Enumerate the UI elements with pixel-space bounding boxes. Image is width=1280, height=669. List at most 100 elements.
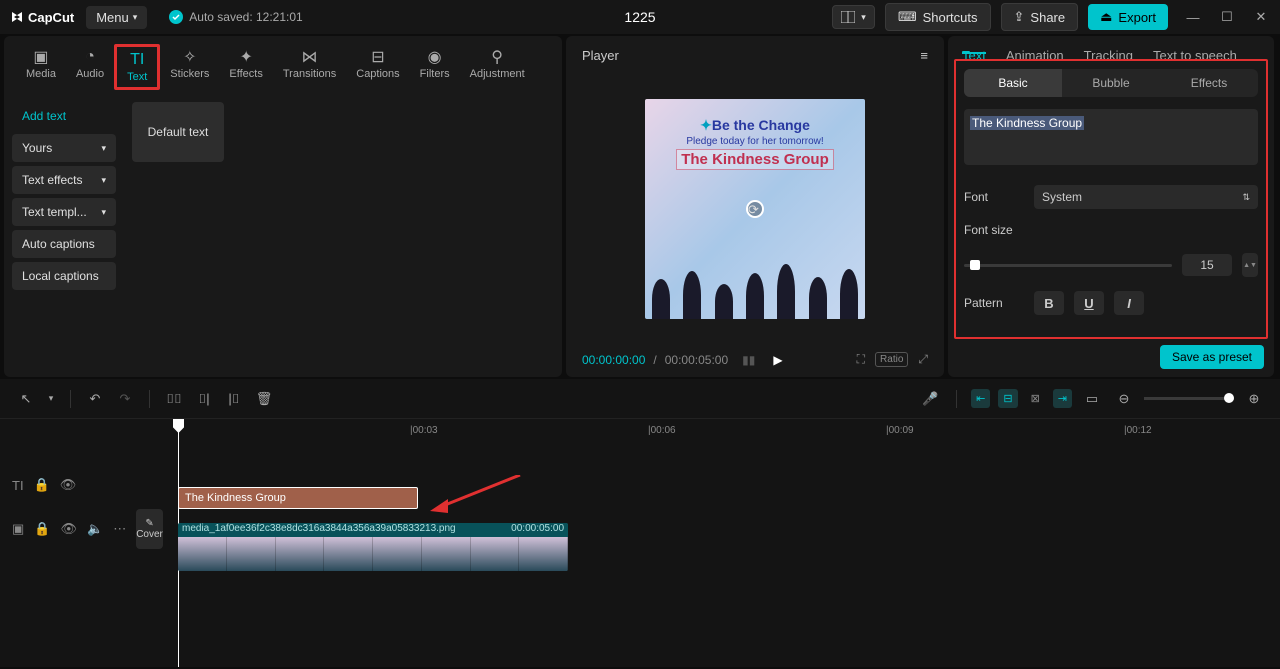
export-button[interactable]: ⏏Export <box>1088 4 1168 30</box>
text-icon: TI <box>130 51 144 69</box>
canvas-image <box>645 259 865 319</box>
rp-tab-text[interactable]: Text <box>962 48 986 54</box>
stickers-icon: ✧ <box>183 48 196 66</box>
sidebar-auto-captions[interactable]: Auto captions <box>12 230 116 258</box>
quality-icon[interactable]: ▮▮ <box>742 353 755 367</box>
subtab-bubble[interactable]: Bubble <box>1062 69 1160 97</box>
tab-text[interactable]: TIText <box>114 44 160 90</box>
zoom-out[interactable]: ⊖ <box>1112 387 1136 411</box>
preview-toggle[interactable]: ▭ <box>1080 387 1104 411</box>
tab-media[interactable]: ▣Media <box>16 44 66 90</box>
fontsize-input[interactable]: 15 <box>1182 254 1232 276</box>
redo-button[interactable]: ↷ <box>113 387 137 411</box>
undo-button[interactable]: ↶ <box>83 387 107 411</box>
player-viewport[interactable]: ✦Be the Change Pledge today for her tomo… <box>566 75 944 342</box>
save-preset-button[interactable]: Save as preset <box>1160 345 1264 369</box>
tab-captions[interactable]: ⊟Captions <box>346 44 409 90</box>
delete-tool[interactable]: 🗑 <box>252 387 276 411</box>
eye-icon[interactable]: 👁 <box>60 477 77 493</box>
transitions-icon: ⋈ <box>302 48 318 66</box>
canvas-subtitle: Pledge today for her tomorrow! <box>686 136 823 147</box>
select-tool-dropdown[interactable]: ▾ <box>44 387 58 411</box>
lock-icon[interactable]: 🔒 <box>34 477 50 493</box>
zoom-slider[interactable] <box>1144 397 1234 400</box>
eye-icon[interactable]: 👁 <box>60 521 77 537</box>
tab-filters[interactable]: ◉Filters <box>410 44 460 90</box>
canvas[interactable]: ✦Be the Change Pledge today for her tomo… <box>645 99 865 319</box>
player-menu-icon[interactable]: ≡ <box>920 48 928 63</box>
trim-right-tool[interactable]: |⌷ <box>222 387 246 411</box>
fontsize-slider[interactable] <box>964 264 1172 267</box>
rp-tab-animation[interactable]: Animation <box>1006 48 1064 49</box>
tab-effects[interactable]: ✦Effects <box>219 44 272 90</box>
chevron-updown-icon: ⇅ <box>1242 192 1250 203</box>
subtab-effects[interactable]: Effects <box>1160 69 1258 97</box>
pattern-label: Pattern <box>964 296 1024 310</box>
snap-toggle-2[interactable]: ⊟ <box>998 389 1017 408</box>
media-track-head: ▣ 🔒 👁 🔈 ⋯ ✎Cover <box>0 501 130 557</box>
text-track-head: TI 🔒 👁 <box>0 469 130 501</box>
fontsize-stepper[interactable]: ▲▼ <box>1242 253 1258 277</box>
timeline: ↖ ▾ ↶ ↷ ⌷⌷ ⌷| |⌷ 🗑 🎤 ⇤ ⊟ ⊠ ⇥ ▭ ⊖ ⊕ TI 🔒 … <box>0 379 1280 667</box>
properties-panel: Text Animation Tracking Text to speech B… <box>948 36 1274 377</box>
sidebar-local-captions[interactable]: Local captions <box>12 262 116 290</box>
minimize-button[interactable]: — <box>1184 10 1202 24</box>
fullscreen-icon[interactable]: ⤢ <box>918 352 928 367</box>
text-track-icon: TI <box>12 478 24 493</box>
timeline-ruler[interactable]: |00:03 |00:06 |00:09 |00:12 <box>130 419 1280 443</box>
select-tool[interactable]: ↖ <box>14 387 38 411</box>
rotate-handle[interactable]: ⟳ <box>746 200 764 218</box>
timeline-media-clip[interactable]: media_1af0ee36f2c38e8dc316a3844a356a39a0… <box>178 523 568 571</box>
close-button[interactable]: ✕ <box>1252 10 1270 24</box>
share-icon: ⇪ <box>1014 9 1025 25</box>
tab-audio[interactable]: ◔Audio <box>66 44 114 90</box>
lock-icon[interactable]: 🔒 <box>34 521 50 537</box>
tab-stickers[interactable]: ✧Stickers <box>160 44 219 90</box>
fontsize-label: Font size <box>964 223 1258 237</box>
menu-button[interactable]: Menu▾ <box>86 6 147 29</box>
check-icon <box>169 10 183 24</box>
assets-panel: ▣Media ◔Audio TIText ✧Stickers ✦Effects … <box>4 36 562 377</box>
sidebar-yours[interactable]: Yours▾ <box>12 134 116 162</box>
preset-default-text[interactable]: Default text <box>132 102 224 162</box>
captions-icon: ⊟ <box>371 48 384 66</box>
trim-left-tool[interactable]: ⌷| <box>192 387 216 411</box>
play-button[interactable]: ▶ <box>773 353 782 367</box>
sidebar-add-text[interactable]: Add text <box>12 102 116 130</box>
sidebar-text-effects[interactable]: Text effects▾ <box>12 166 116 194</box>
sidebar-text-templates[interactable]: Text templ...▾ <box>12 198 116 226</box>
ratio-button[interactable]: Ratio <box>875 352 908 367</box>
adjustment-icon: ⚲ <box>491 48 503 66</box>
layout-button[interactable]: ▾ <box>832 5 875 29</box>
zoom-in[interactable]: ⊕ <box>1242 387 1266 411</box>
mic-icon[interactable]: 🎤 <box>918 387 942 411</box>
mute-icon[interactable]: 🔈 <box>87 521 103 537</box>
rp-tab-tracking[interactable]: Tracking <box>1084 48 1133 49</box>
maximize-button[interactable]: ☐ <box>1218 10 1236 24</box>
snap-toggle-4[interactable]: ⇥ <box>1053 389 1072 408</box>
share-button[interactable]: ⇪Share <box>1001 3 1079 31</box>
player-panel: Player ≡ ✦Be the Change Pledge today for… <box>566 36 944 377</box>
filters-icon: ◉ <box>428 48 442 66</box>
underline-button[interactable]: U <box>1074 291 1104 315</box>
media-track-icon: ▣ <box>12 521 24 537</box>
more-icon[interactable]: ⋯ <box>113 521 126 537</box>
bold-button[interactable]: B <box>1034 291 1064 315</box>
font-select[interactable]: System⇅ <box>1034 185 1258 209</box>
canvas-text-layer[interactable]: The Kindness Group <box>676 149 834 170</box>
snap-toggle-1[interactable]: ⇤ <box>971 389 990 408</box>
export-icon: ⏏ <box>1100 9 1112 25</box>
split-tool[interactable]: ⌷⌷ <box>162 387 186 411</box>
rp-tab-tts[interactable]: Text to speech <box>1153 48 1237 49</box>
tab-transitions[interactable]: ⋈Transitions <box>273 44 346 90</box>
titlebar: CapCut Menu▾ Auto saved: 12:21:01 1225 ▾… <box>0 0 1280 34</box>
scale-icon[interactable]: ⛶ <box>857 352 865 367</box>
autosave-status: Auto saved: 12:21:01 <box>169 10 302 24</box>
tab-adjustment[interactable]: ⚲Adjustment <box>460 44 535 90</box>
snap-toggle-3[interactable]: ⊠ <box>1026 389 1045 408</box>
subtab-basic[interactable]: Basic <box>964 69 1062 97</box>
text-content-input[interactable]: The Kindness Group <box>964 109 1258 165</box>
italic-button[interactable]: I <box>1114 291 1144 315</box>
timeline-text-clip[interactable]: The Kindness Group <box>178 487 418 509</box>
shortcuts-button[interactable]: ⌨Shortcuts <box>885 3 991 31</box>
